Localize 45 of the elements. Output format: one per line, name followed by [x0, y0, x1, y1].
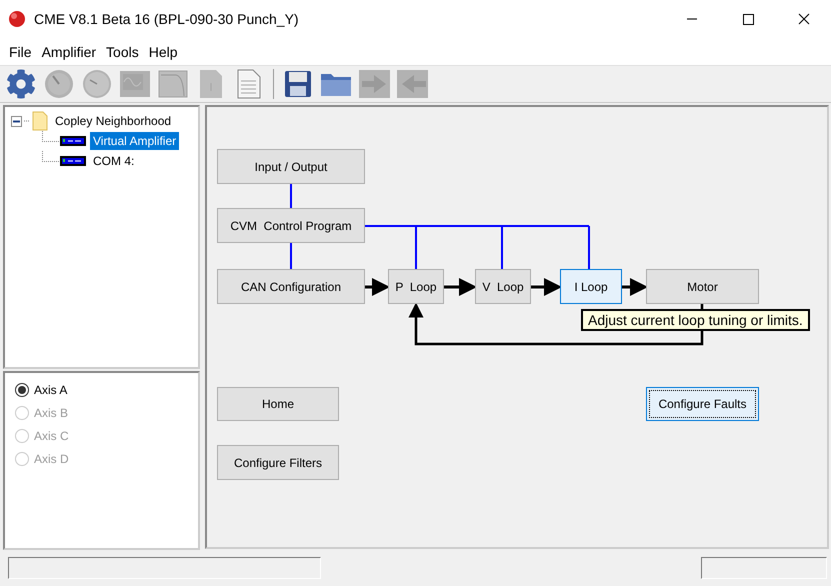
action-button[interactable]: Configure Filters	[217, 445, 339, 480]
arrow-left-icon	[396, 69, 428, 99]
diagram-block[interactable]: Input / Output	[217, 149, 365, 184]
action-button[interactable]: Home	[217, 387, 339, 421]
menu-item[interactable]: Help	[144, 42, 183, 62]
folder-icon	[320, 71, 352, 97]
tree-connector-line	[24, 120, 30, 122]
gauge-icon	[44, 69, 74, 99]
maximize-icon	[742, 13, 754, 25]
diagram-block[interactable]: V Loop	[475, 269, 531, 304]
gear-icon	[6, 69, 36, 99]
folder-icon	[32, 111, 48, 131]
tree-item[interactable]: COM 4:	[90, 152, 138, 170]
tree-connector-line	[42, 151, 60, 162]
arrow	[622, 278, 648, 296]
tree-connector-line	[42, 131, 60, 142]
arrow-right-icon	[358, 69, 390, 99]
axis-radio[interactable]: Axis A	[15, 383, 188, 397]
diagram-block[interactable]: Motor	[646, 269, 759, 304]
oscilloscope-icon	[119, 70, 151, 98]
diagram-block[interactable]: I Loop	[560, 269, 622, 304]
page-icon	[199, 69, 223, 99]
tree-item[interactable]: Virtual Amplifier	[90, 132, 180, 150]
arrow	[444, 278, 477, 296]
diagram-block[interactable]: CAN Configuration	[217, 269, 365, 304]
close-icon	[798, 13, 810, 25]
diagram-block[interactable]: CVM Control Program	[217, 208, 365, 243]
clock-icon	[82, 69, 112, 99]
document-icon	[237, 69, 261, 99]
arrow	[531, 278, 562, 296]
amplifier-icon	[60, 156, 86, 166]
tooltip: Adjust current loop tuning or limits.	[581, 309, 810, 331]
app-icon	[8, 10, 26, 28]
menu-item[interactable]: Amplifier	[36, 42, 102, 62]
menu-item[interactable]: Tools	[101, 42, 144, 62]
action-button[interactable]: Configure Faults	[646, 387, 759, 421]
arrow	[365, 278, 390, 296]
collapse-icon[interactable]	[11, 116, 22, 126]
window-title: CME V8.1 Beta 16 (BPL-090-30 Punch_Y)	[34, 11, 300, 27]
menu-item[interactable]: File	[4, 42, 37, 62]
toolbar-button[interactable]	[4, 67, 38, 101]
amplifier-icon	[60, 136, 86, 146]
tree-item[interactable]: Copley Neighborhood	[52, 113, 174, 129]
diagram-block[interactable]: P Loop	[388, 269, 444, 304]
chart-icon	[158, 70, 188, 98]
